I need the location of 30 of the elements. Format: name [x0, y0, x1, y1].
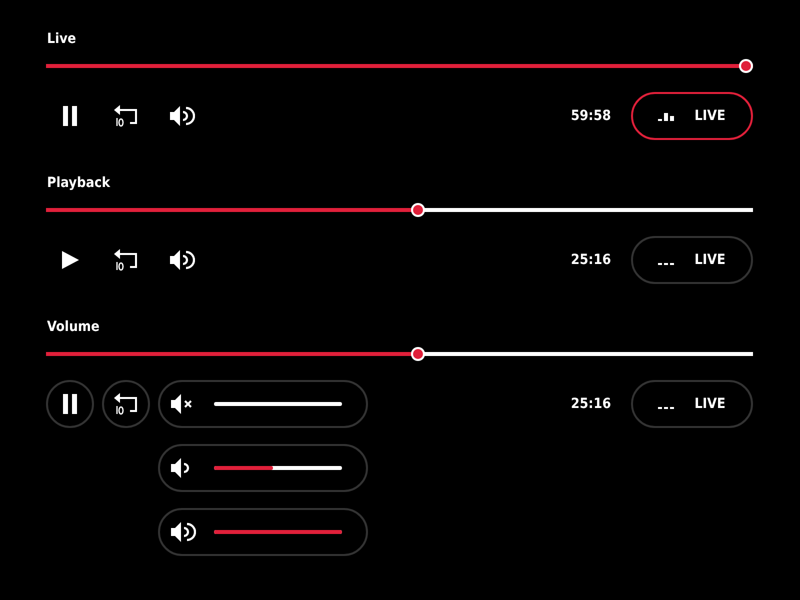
dashes-icon [658, 263, 674, 265]
time-label: 25:16 [570, 252, 611, 268]
volume-slider[interactable] [212, 528, 344, 536]
live-button[interactable]: LIVE [631, 92, 753, 140]
volume-control[interactable] [158, 444, 368, 492]
progress-handle[interactable] [739, 59, 753, 73]
progress-handle[interactable] [411, 203, 426, 217]
time-label: 59:58 [570, 108, 611, 124]
progress-handle[interactable] [411, 347, 426, 361]
speaker-icon [169, 249, 195, 271]
replay-icon [114, 105, 138, 127]
dashes-icon [658, 407, 674, 409]
pause-button[interactable] [46, 380, 94, 428]
live-button[interactable]: LIVE [631, 236, 753, 284]
pause-icon [62, 394, 78, 414]
replay-icon [114, 393, 138, 415]
pause-icon [62, 106, 78, 126]
volume-slider[interactable] [212, 464, 344, 472]
signal-bars-icon [658, 111, 674, 121]
section-title: Volume [47, 318, 101, 337]
volume-control[interactable] [158, 380, 368, 428]
section-title: Playback [47, 174, 112, 193]
replay-button[interactable] [102, 380, 150, 428]
play-icon [60, 250, 80, 270]
speaker-icon [169, 105, 195, 127]
time-label: 25:16 [570, 396, 611, 412]
live-button[interactable]: LIVE [631, 380, 753, 428]
volume-slider[interactable] [212, 400, 344, 408]
replay-icon [114, 249, 138, 271]
section-title: Live [47, 30, 78, 49]
